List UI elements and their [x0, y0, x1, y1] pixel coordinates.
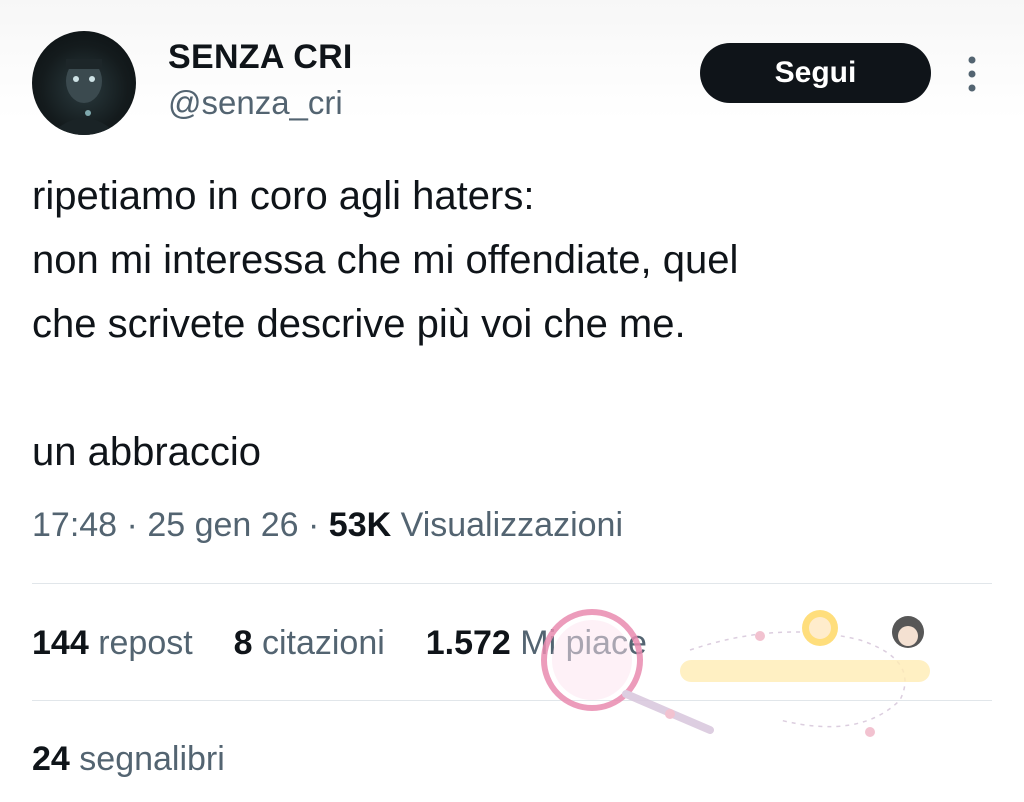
tweet-detail-page: SENZA CRI @senza_cri Segui ripetiamo in …	[0, 0, 1024, 802]
quotes-count: 8	[233, 624, 253, 662]
tweet-date[interactable]: 25 gen 26	[147, 506, 298, 544]
bookmarks-count: 24	[32, 740, 70, 778]
views-label: Visualizzazioni	[400, 506, 624, 544]
engagement-stats: 144 repost 8 citazioni 1.572 Mi piace	[32, 624, 647, 663]
divider	[32, 700, 992, 701]
reposts-label: repost	[98, 624, 193, 662]
quotes-label: citazioni	[261, 624, 385, 662]
vertical-dots-icon[interactable]	[960, 52, 984, 96]
tweet-text: ripetiamo in coro agli haters: non mi in…	[32, 174, 739, 474]
meta-separator: ·	[298, 506, 329, 544]
follow-button[interactable]: Segui	[700, 43, 931, 103]
avatar[interactable]	[32, 31, 136, 135]
tweet-metadata: 17:48 · 25 gen 26 · 53K Visualizzazioni	[32, 506, 623, 545]
tweet-time[interactable]: 17:48	[32, 506, 117, 544]
likes-stat[interactable]: 1.572 Mi piace	[426, 624, 647, 663]
reposts-stat[interactable]: 144 repost	[32, 624, 193, 663]
display-name[interactable]: SENZA CRI	[168, 38, 353, 77]
reposts-count: 144	[32, 624, 89, 662]
watermark-logo	[541, 609, 930, 737]
quotes-stat[interactable]: 8 citazioni	[234, 624, 385, 663]
avatar-image	[50, 59, 118, 135]
bookmarks-stat[interactable]: 24 segnalibri	[32, 740, 225, 779]
divider	[32, 583, 992, 584]
likes-label: Mi piace	[520, 624, 647, 662]
likes-count: 1.572	[425, 624, 511, 662]
user-handle[interactable]: @senza_cri	[168, 84, 343, 122]
views-count: 53K	[328, 506, 392, 544]
bookmarks-label: segnalibri	[79, 740, 225, 778]
meta-separator: ·	[117, 506, 148, 544]
